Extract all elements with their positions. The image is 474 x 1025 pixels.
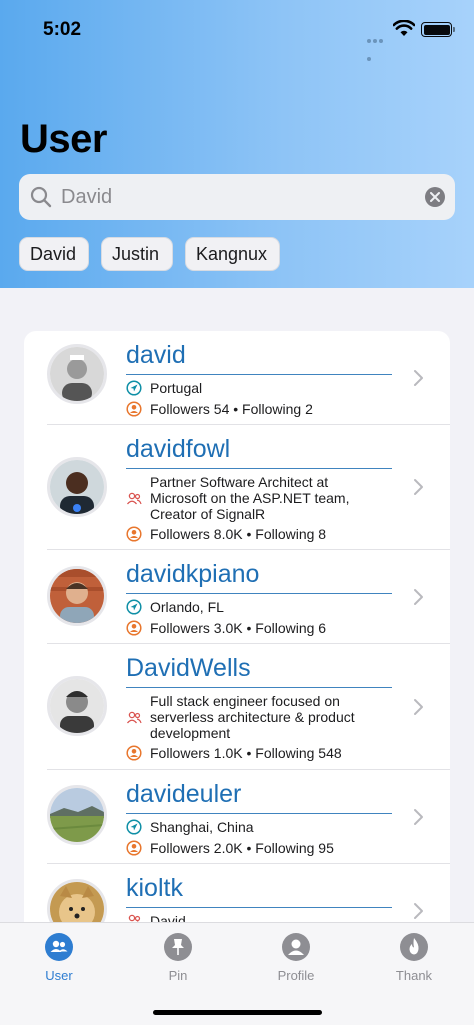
username[interactable]: davideuler bbox=[126, 780, 241, 809]
tab-thank-label: Thank bbox=[395, 968, 433, 983]
tab-bar: User Pin Profile Thank bbox=[0, 922, 474, 1025]
stats-text: Followers 1.0K • Following 548 bbox=[150, 745, 342, 761]
avatar bbox=[47, 344, 107, 404]
search-bar[interactable] bbox=[19, 174, 455, 220]
username[interactable]: kioltk bbox=[126, 874, 183, 903]
location-text: Shanghai, China bbox=[150, 819, 254, 835]
clear-search-icon[interactable] bbox=[425, 187, 445, 207]
battery-icon bbox=[421, 22, 455, 37]
username[interactable]: DavidWells bbox=[126, 654, 251, 683]
stats-text: Followers 3.0K • Following 6 bbox=[150, 620, 327, 636]
location-text: Portugal bbox=[150, 380, 203, 396]
status-bar: 5:02 bbox=[0, 0, 474, 61]
person-circle-icon bbox=[126, 526, 142, 542]
location-icon bbox=[126, 380, 142, 396]
suggestion-chip-kangnux[interactable]: Kangnux bbox=[185, 237, 280, 271]
user-list: david Portugal Followers 54 • Following … bbox=[24, 331, 450, 971]
avatar bbox=[47, 457, 107, 517]
flame-icon bbox=[400, 933, 428, 961]
stats-text: Followers 54 • Following 2 bbox=[150, 401, 313, 417]
avatar bbox=[47, 785, 107, 845]
list-item[interactable]: davidfowl Partner Software Architect at … bbox=[24, 425, 450, 550]
divider bbox=[126, 374, 392, 375]
page-title: User bbox=[20, 117, 107, 161]
bio-text: Partner Software Architect at Microsoft … bbox=[150, 474, 350, 522]
tab-profile[interactable]: Profile bbox=[256, 933, 336, 983]
stats-text: Followers 2.0K • Following 95 bbox=[150, 840, 334, 856]
tab-pin[interactable]: Pin bbox=[138, 933, 218, 983]
location-icon bbox=[126, 819, 142, 835]
bio-text: Full stack engineer focused on serverles… bbox=[150, 693, 355, 741]
suggestion-chip-david[interactable]: David bbox=[19, 237, 89, 271]
username[interactable]: davidkpiano bbox=[126, 560, 259, 589]
suggestion-chip-justin[interactable]: Justin bbox=[101, 237, 173, 271]
signal-dots-icon bbox=[367, 30, 389, 61]
location-icon bbox=[126, 599, 142, 615]
wifi-icon bbox=[393, 20, 415, 36]
person-circle-icon bbox=[126, 840, 142, 856]
chevron-right-icon bbox=[414, 479, 423, 495]
chevron-right-icon bbox=[414, 589, 423, 605]
header: 5:02 User David Justin Kangnux bbox=[0, 0, 474, 288]
list-item[interactable]: davidkpiano Orlando, FL Followers 3.0K •… bbox=[24, 550, 450, 644]
divider bbox=[126, 813, 392, 814]
list-item[interactable]: david Portugal Followers 54 • Following … bbox=[24, 331, 450, 425]
profile-icon bbox=[282, 933, 310, 961]
tab-user[interactable]: User bbox=[19, 933, 99, 983]
chevron-right-icon bbox=[414, 699, 423, 715]
username[interactable]: davidfowl bbox=[126, 435, 230, 464]
list-item[interactable]: DavidWells Full stack engineer focused o… bbox=[24, 644, 450, 770]
divider bbox=[126, 687, 392, 688]
divider bbox=[126, 468, 392, 469]
person-circle-icon bbox=[126, 620, 142, 636]
tab-profile-label: Profile bbox=[277, 968, 315, 983]
users-icon bbox=[45, 933, 73, 961]
avatar bbox=[47, 676, 107, 736]
people-icon bbox=[126, 711, 142, 724]
tab-pin-label: Pin bbox=[168, 968, 188, 983]
divider bbox=[126, 907, 392, 908]
tab-user-label: User bbox=[45, 968, 73, 983]
person-circle-icon bbox=[126, 401, 142, 417]
chevron-right-icon bbox=[414, 903, 423, 919]
pin-icon bbox=[164, 933, 192, 961]
location-text: Orlando, FL bbox=[150, 599, 224, 615]
chevron-right-icon bbox=[414, 370, 423, 386]
status-time: 5:02 bbox=[43, 19, 82, 40]
list-item[interactable]: davideuler Shanghai, China Followers 2.0… bbox=[24, 770, 450, 864]
divider bbox=[126, 593, 392, 594]
search-input[interactable] bbox=[61, 174, 411, 220]
chevron-right-icon bbox=[414, 809, 423, 825]
people-icon bbox=[126, 492, 142, 505]
search-icon bbox=[30, 186, 52, 208]
avatar bbox=[47, 566, 107, 626]
username[interactable]: david bbox=[126, 341, 186, 370]
tab-thank[interactable]: Thank bbox=[374, 933, 454, 983]
person-circle-icon bbox=[126, 745, 142, 761]
home-indicator[interactable] bbox=[153, 1010, 322, 1015]
stats-text: Followers 8.0K • Following 8 bbox=[150, 526, 327, 542]
